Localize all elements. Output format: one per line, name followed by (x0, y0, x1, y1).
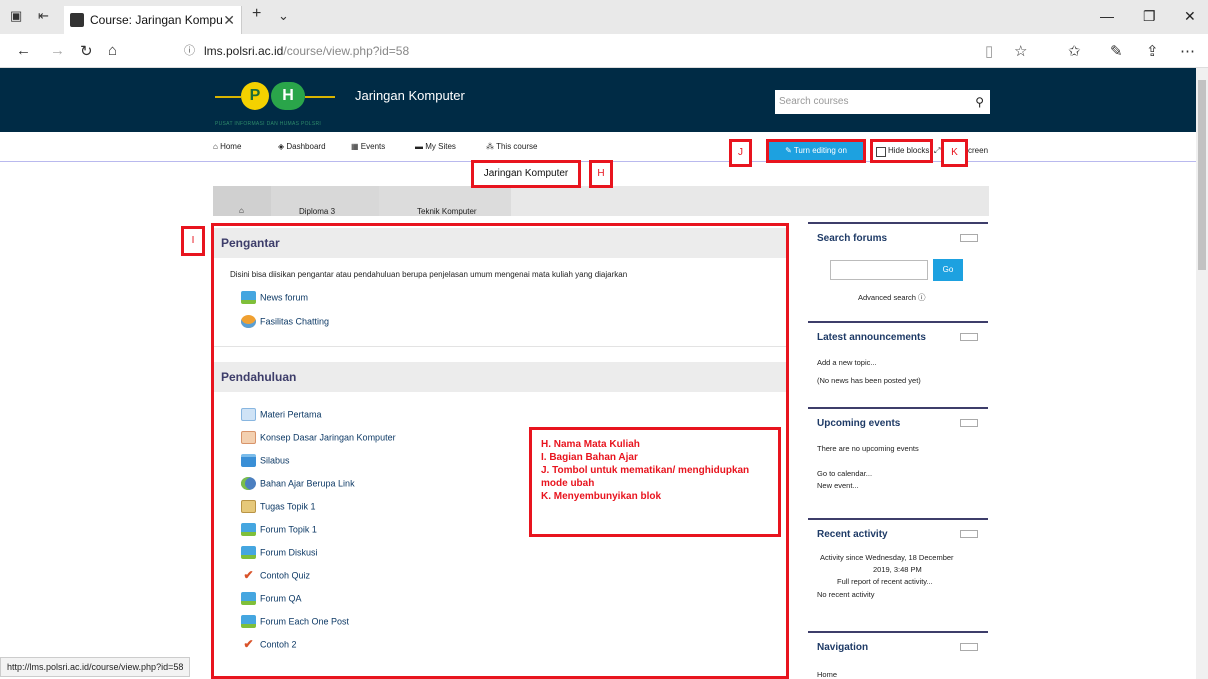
site-name[interactable]: Jaringan Komputer (355, 88, 465, 103)
breadcrumb: ⌂ Diploma 3 Teknik Komputer (213, 186, 989, 216)
legend-line-h: H. Nama Mata Kuliah (541, 439, 640, 450)
minimize-icon[interactable]: — (1100, 8, 1114, 24)
new-event-link[interactable]: New event... (817, 481, 859, 490)
block-title: Upcoming events (817, 418, 901, 429)
back-icon[interactable]: ← (16, 42, 31, 59)
logo-h-mark: H (271, 82, 305, 110)
activity-since-line-2: 2019, 3:48 PM (873, 565, 922, 574)
annotation-label-k: K (941, 139, 968, 167)
tab-close-icon[interactable]: ✕ (223, 6, 235, 34)
reading-view-icon[interactable]: ▯ (985, 42, 993, 60)
nav-bar: ⌂ Home ◈ Dashboard ▦ Events ▬ My Sites ⁂… (0, 132, 1196, 162)
browser-tab-bar: ▣ ⇤ Course: Jaringan Kompu ✕ + ⌄ — ❐ ✕ (0, 0, 1208, 34)
block-navigation: Navigation Home (808, 631, 988, 679)
block-controls-icon[interactable] (960, 643, 978, 651)
annotation-frame-k (870, 139, 933, 163)
breadcrumb-home-icon[interactable]: ⌂ (239, 206, 244, 215)
go-to-calendar-link[interactable]: Go to calendar... (817, 469, 872, 478)
tab-title: Course: Jaringan Kompu (90, 13, 223, 27)
no-recent-activity-text: No recent activity (817, 590, 875, 599)
block-search-forums: Search forums Go Advanced search ⓘ (808, 222, 988, 312)
tab-list-chevron-icon[interactable]: ⌄ (278, 8, 289, 24)
block-controls-icon[interactable] (960, 530, 978, 538)
url-host: lms.polsri.ac.id (204, 44, 284, 58)
nav-events[interactable]: ▦ Events (351, 142, 385, 151)
block-recent-activity: Recent activity Activity since Wednesday… (808, 518, 988, 628)
more-menu-icon[interactable]: ⋯ (1180, 42, 1195, 60)
site-info-icon[interactable]: ⓘ (184, 38, 195, 64)
url-field[interactable]: ⓘ lms.polsri.ac.id/course/view.php?id=58 (178, 38, 998, 64)
block-title: Latest announcements (817, 332, 926, 343)
nav-my-sites[interactable]: ▬ My Sites (415, 142, 456, 151)
annotation-frame-j (766, 139, 866, 163)
fullscreen-icon[interactable]: ⤢ (934, 146, 940, 156)
search-forums-go-button[interactable]: Go (933, 259, 963, 281)
search-icon[interactable]: ⚲ (975, 90, 984, 114)
no-events-text: There are no upcoming events (817, 444, 919, 453)
browser-tab[interactable]: Course: Jaringan Kompu ✕ (64, 6, 242, 34)
block-title: Recent activity (817, 529, 888, 540)
search-courses-input[interactable]: Search courses ⚲ (775, 90, 990, 114)
search-forums-input[interactable] (830, 260, 928, 280)
annotation-legend: H. Nama Mata Kuliah I. Bagian Bahan Ajar… (529, 427, 781, 537)
no-news-text: (No news has been posted yet) (817, 376, 921, 385)
annotation-label-j: J (729, 139, 752, 167)
logo-p-mark: P (241, 82, 269, 110)
block-upcoming-events: Upcoming events There are no upcoming ev… (808, 407, 988, 507)
url-path: /course/view.php?id=58 (283, 44, 410, 58)
annotation-label-h: H (589, 160, 613, 188)
favorite-star-icon[interactable]: ☆ (1014, 42, 1027, 60)
fullscreen-label[interactable]: creen (968, 146, 988, 155)
block-controls-icon[interactable] (960, 333, 978, 341)
address-bar-row: ← → ↻ ⌂ ⓘ lms.polsri.ac.id/course/view.p… (0, 34, 1208, 68)
block-title: Search forums (817, 233, 888, 244)
full-report-link[interactable]: Full report of recent activity... (837, 577, 933, 586)
window-close-icon[interactable]: ✕ (1184, 8, 1196, 25)
site-header: P H PUSAT INFORMASI DAN HUMAS POLSRI Jar… (0, 68, 1196, 132)
advanced-search-link[interactable]: Advanced search ⓘ (858, 292, 926, 303)
annotation-frame-h (471, 160, 581, 188)
block-controls-icon[interactable] (960, 419, 978, 427)
search-placeholder: Search courses (779, 96, 849, 107)
block-latest-announcements: Latest announcements Add a new topic... … (808, 321, 988, 401)
tab-actions-icon[interactable]: ▣ (10, 8, 22, 24)
breadcrumb-label-teknik[interactable]: Teknik Komputer (417, 207, 477, 216)
new-tab-icon[interactable]: + (252, 5, 261, 23)
legend-line-k: K. Menyembunyikan blok (541, 491, 662, 502)
block-title: Navigation (817, 642, 869, 653)
scrollbar-thumb[interactable] (1198, 80, 1206, 270)
nav-home[interactable]: ⌂ Home (213, 142, 241, 151)
restore-icon[interactable]: ❐ (1143, 8, 1156, 25)
add-new-topic-link[interactable]: Add a new topic... (817, 358, 877, 367)
nav-dashboard[interactable]: ◈ Dashboard (278, 142, 326, 151)
activity-since-line-1: Activity since Wednesday, 18 December (820, 553, 954, 562)
page-scrollbar[interactable] (1196, 68, 1208, 679)
legend-line-i: I. Bagian Bahan Ajar (541, 452, 638, 463)
refresh-icon[interactable]: ↻ (80, 42, 93, 60)
status-bar-url: http://lms.polsri.ac.id/course/view.php?… (0, 657, 191, 677)
set-aside-tabs-icon[interactable]: ⇤ (38, 8, 49, 24)
logo-subtitle: PUSAT INFORMASI DAN HUMAS POLSRI (215, 121, 322, 127)
home-icon[interactable]: ⌂ (108, 42, 117, 59)
site-favicon-icon (70, 13, 84, 27)
annotation-label-i: I (181, 226, 205, 256)
pen-notes-icon[interactable]: ✎ (1110, 42, 1123, 60)
favorites-hub-icon[interactable]: ✩ (1068, 42, 1081, 60)
polsri-logo[interactable]: P H (215, 78, 335, 114)
nav-this-course[interactable]: ⁂ This course (486, 142, 537, 151)
block-controls-icon[interactable] (960, 234, 978, 242)
breadcrumb-label-diploma[interactable]: Diploma 3 (299, 207, 335, 216)
share-icon[interactable]: ⇪ (1146, 42, 1159, 60)
block-region: Search forums Go Advanced search ⓘ Lates… (808, 222, 988, 679)
navigation-home-link[interactable]: Home (817, 670, 837, 679)
forward-icon[interactable]: → (50, 42, 65, 59)
legend-line-j-cont: mode ubah (541, 478, 595, 489)
legend-line-j: J. Tombol untuk mematikan/ menghidupkan (541, 465, 750, 476)
